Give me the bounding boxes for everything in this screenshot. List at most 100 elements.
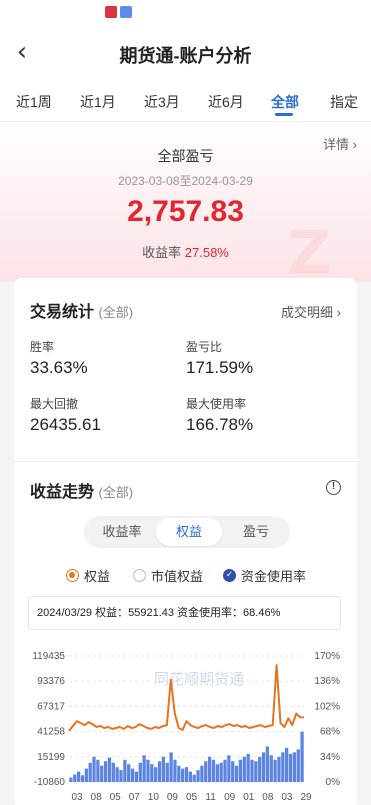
info-icon[interactable]: ! (326, 480, 341, 495)
x-tick-label: 11 (205, 792, 216, 803)
usage-bar (111, 762, 115, 782)
y-right-tick-label: 34% (320, 752, 340, 763)
y-left-tick-label: 67317 (37, 701, 65, 712)
usage-bar (88, 762, 92, 782)
usage-bar (238, 759, 243, 782)
usage-bar (242, 756, 246, 782)
return-rate: 收益率 27.58% (0, 242, 371, 261)
usage-bar (207, 756, 212, 782)
usage-bar (77, 771, 81, 782)
usage-bar (96, 759, 100, 782)
usage-bar (107, 757, 112, 782)
equity-trend-chart[interactable]: 119435 93376 67317 41258 15199 -10860 170% 136%… (14, 642, 357, 805)
win-rate-label: 胜率 (30, 340, 55, 354)
usage-bar (261, 752, 266, 782)
usage-bar (169, 752, 173, 782)
usage-bar (231, 761, 235, 782)
legend-fund-usage[interactable]: ✓ 资金使用率 (223, 566, 306, 585)
x-tick-label: 03 (71, 792, 83, 803)
usage-bar (130, 768, 135, 782)
usage-bar (234, 765, 239, 782)
usage-bar (73, 774, 77, 782)
tab-custom[interactable]: 指定 (330, 92, 358, 112)
y-right-tick-label: 136% (314, 676, 340, 687)
trade-details-link[interactable]: 成交明细 › (281, 302, 341, 321)
nav-bar: ‹ 期货通-账户分析 (0, 26, 371, 78)
legend-fund-usage-label: 资金使用率 (241, 569, 307, 584)
usage-bar (196, 770, 200, 782)
trend-heading: 收益走势 (30, 484, 95, 501)
segment-return-rate[interactable]: 收益率 (90, 516, 154, 548)
x-tick-label: 05 (110, 792, 122, 803)
x-tick-label: 09 (167, 792, 179, 803)
max-drawdown-label: 最大回撤 (30, 397, 79, 411)
segment-equity[interactable]: 权益 (156, 518, 222, 546)
usage-bar (134, 771, 139, 782)
usage-bar (250, 759, 254, 782)
profit-loss-ratio-label: 盈亏比 (186, 340, 223, 354)
usage-bar (227, 755, 231, 782)
usage-bar (265, 746, 270, 782)
usage-bar (200, 765, 204, 782)
checkmark-icon: ✓ (223, 569, 236, 582)
usage-bar (269, 755, 273, 782)
usage-bar (254, 761, 258, 782)
usage-bar (100, 765, 104, 782)
chart-tooltip: 2024/03/29 权益：55921.43 资金使用率：68.46% (28, 596, 341, 630)
trend-title: 收益走势 (全部) (30, 478, 133, 502)
status-bar (0, 0, 371, 26)
usage-bar (127, 764, 131, 782)
usage-bar (181, 768, 185, 782)
usage-bar (146, 759, 150, 782)
chart-watermark: 同花顺期货通 (154, 671, 244, 688)
tab-all[interactable]: 全部 (271, 92, 299, 112)
x-tick-label: 10 (148, 792, 160, 803)
usage-bar (223, 759, 227, 782)
trade-stats-scope: (全部) (98, 305, 134, 320)
usage-bar (142, 755, 146, 782)
legend-equity[interactable]: 权益 (66, 566, 110, 585)
tab-1-month[interactable]: 近1月 (80, 92, 116, 112)
usage-bar (165, 762, 169, 782)
usage-bar (300, 731, 304, 782)
usage-bar (285, 747, 289, 782)
legend-market-equity[interactable]: 市值权益 (133, 566, 203, 585)
trend-scope: (全部) (98, 485, 134, 500)
usage-bar (277, 756, 281, 782)
usage-bar (219, 762, 223, 782)
y-left-tick-label: -10860 (34, 777, 66, 788)
summary-label: 全部盈亏 (157, 148, 214, 164)
usage-bar (204, 761, 208, 782)
segment-profit-loss[interactable]: 盈亏 (224, 516, 288, 548)
usage-bar (184, 767, 189, 782)
radio-selected-icon (66, 569, 79, 582)
x-tick-label: 08 (91, 792, 103, 803)
win-rate-value: 33.63% (30, 358, 88, 377)
usage-bar (211, 759, 216, 782)
x-tick-label: 05 (186, 792, 198, 803)
usage-bar (281, 752, 285, 782)
summary-panel: Z 详情 › 全部盈亏 2023-03-08至2024-03-29 2,757.… (0, 122, 371, 282)
usage-bar (103, 761, 108, 782)
usage-bar (150, 764, 154, 782)
y-left-tick-label: 15199 (37, 752, 65, 763)
y-right-tick-label: 170% (314, 651, 340, 662)
analysis-card: 交易统计 (全部) 成交明细 › 胜率 33.63% 盈亏比 171.59% 最… (14, 278, 357, 805)
tab-3-months[interactable]: 近3月 (144, 92, 180, 112)
x-tick-label: 01 (243, 792, 255, 803)
usage-bar (246, 753, 250, 782)
tab-6-months[interactable]: 近6月 (208, 92, 244, 112)
legend-equity-label: 权益 (84, 569, 111, 584)
return-rate-value: 27.58% (184, 245, 229, 260)
usage-bar (119, 770, 123, 782)
x-tick-label: 09 (224, 792, 236, 803)
usage-bar (188, 771, 192, 782)
y-left-tick-label: 119435 (32, 651, 65, 662)
return-rate-label: 收益率 (142, 245, 182, 260)
max-usage-label: 最大使用率 (186, 397, 247, 411)
usage-bar (154, 767, 158, 782)
tab-1-week[interactable]: 近1周 (16, 92, 52, 112)
y-right-tick-label: 68% (320, 727, 340, 738)
app-notification-icon (120, 6, 132, 18)
app-notification-icon (105, 6, 117, 18)
